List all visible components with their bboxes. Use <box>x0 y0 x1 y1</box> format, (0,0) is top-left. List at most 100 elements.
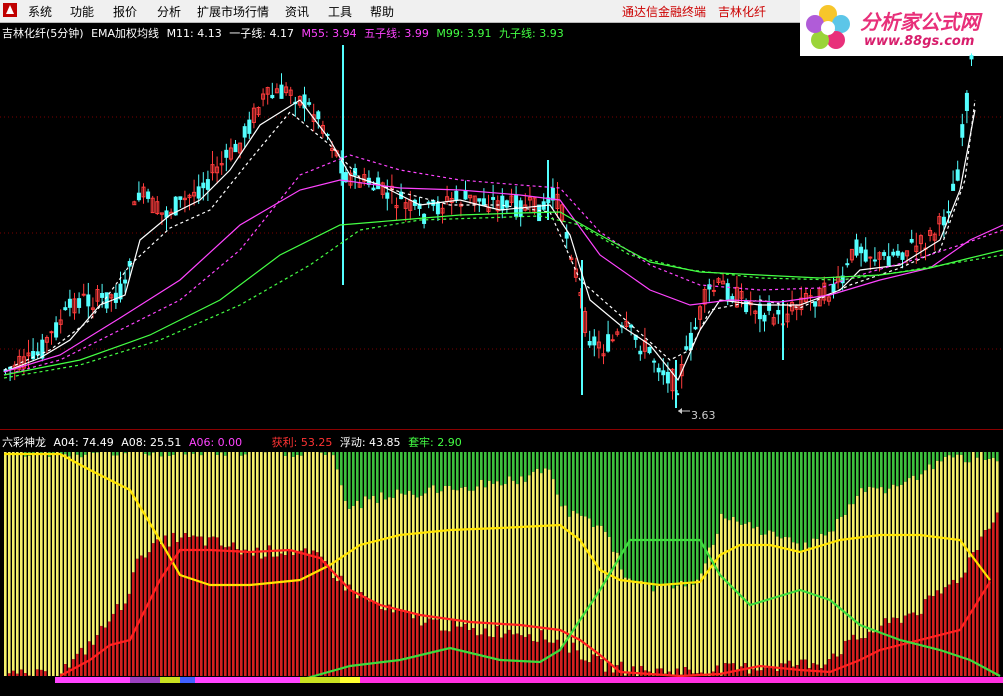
distribution-bar <box>472 452 475 676</box>
distribution-bar <box>972 452 975 676</box>
distribution-bar <box>452 452 455 676</box>
distribution-bar <box>416 452 419 676</box>
distribution-bar <box>856 452 859 676</box>
distribution-bar <box>488 452 491 676</box>
distribution-bar <box>160 452 163 676</box>
distribution-bar <box>840 452 843 676</box>
distribution-bar <box>400 452 403 676</box>
distribution-bar <box>16 452 19 676</box>
distribution-bar <box>228 452 231 676</box>
distribution-bar <box>876 452 879 676</box>
signal-segment <box>340 677 360 683</box>
distribution-bar <box>532 452 535 676</box>
distribution-bar <box>420 452 423 676</box>
distribution-bar <box>316 452 319 676</box>
signal-segment <box>160 677 180 683</box>
distribution-bar <box>892 452 895 676</box>
distribution-bar <box>576 452 579 676</box>
distribution-bar <box>84 452 87 676</box>
chip-distribution-chart[interactable] <box>0 0 1003 696</box>
distribution-bar <box>700 452 703 676</box>
distribution-bar <box>284 452 287 676</box>
distribution-bar <box>104 452 107 676</box>
distribution-bar <box>468 452 471 676</box>
distribution-bar <box>296 452 299 676</box>
distribution-bar <box>804 452 807 676</box>
distribution-bar <box>984 452 987 676</box>
distribution-bar <box>268 452 271 676</box>
distribution-bar <box>556 452 559 676</box>
distribution-bar <box>868 452 871 676</box>
distribution-bar <box>240 452 243 676</box>
distribution-bar <box>12 452 15 676</box>
distribution-bar <box>568 452 571 676</box>
distribution-bar <box>252 452 255 676</box>
distribution-bar <box>512 452 515 676</box>
distribution-bar <box>852 452 855 676</box>
distribution-bar <box>924 452 927 676</box>
distribution-bar <box>588 452 591 676</box>
distribution-bar <box>280 452 283 676</box>
distribution-bar <box>820 452 823 676</box>
distribution-bar <box>408 452 411 676</box>
distribution-bar <box>752 452 755 676</box>
distribution-bar <box>756 452 759 676</box>
distribution-bar <box>36 452 39 676</box>
distribution-bar <box>964 452 967 676</box>
distribution-bar <box>644 452 647 676</box>
distribution-bar <box>572 452 575 676</box>
distribution-bar <box>708 452 711 676</box>
distribution-bar <box>636 452 639 676</box>
distribution-bar <box>392 452 395 676</box>
distribution-bar <box>188 452 191 676</box>
distribution-bar <box>292 452 295 676</box>
distribution-bar <box>352 452 355 676</box>
distribution-bar <box>652 452 655 676</box>
distribution-bar <box>376 452 379 676</box>
distribution-bar <box>848 452 851 676</box>
distribution-bar <box>928 452 931 676</box>
distribution-bar <box>968 452 971 676</box>
distribution-bar <box>672 452 675 676</box>
distribution-bar <box>736 452 739 676</box>
distribution-bar <box>180 452 183 676</box>
signal-segment <box>195 677 300 683</box>
distribution-bar <box>244 452 247 676</box>
distribution-bar <box>428 452 431 676</box>
distribution-bar <box>948 452 951 676</box>
distribution-bar <box>792 452 795 676</box>
distribution-bar <box>48 452 51 676</box>
distribution-bar <box>824 452 827 676</box>
distribution-bar <box>40 452 43 676</box>
distribution-bar <box>940 452 943 676</box>
distribution-bar <box>300 452 303 676</box>
distribution-bar <box>52 452 55 676</box>
distribution-bar <box>140 452 143 676</box>
distribution-bar <box>936 452 939 676</box>
distribution-bar <box>220 452 223 676</box>
distribution-bar <box>508 452 511 676</box>
distribution-bar <box>308 452 311 676</box>
distribution-bar <box>88 452 91 676</box>
distribution-bar <box>528 452 531 676</box>
distribution-bar <box>32 452 35 676</box>
distribution-bar <box>204 452 207 676</box>
distribution-bar <box>192 452 195 676</box>
distribution-bar <box>448 452 451 676</box>
distribution-bar <box>176 452 179 676</box>
distribution-bar <box>864 452 867 676</box>
distribution-bar <box>828 452 831 676</box>
distribution-bar <box>340 452 343 676</box>
distribution-bar <box>212 452 215 676</box>
distribution-bar <box>536 452 539 676</box>
distribution-bar <box>916 452 919 676</box>
distribution-bar <box>692 452 695 676</box>
distribution-bar <box>60 452 63 676</box>
distribution-bar <box>336 452 339 676</box>
trading-terminal-window: 系统 功能 报价 分析 扩展市场行情 资讯 工具 帮助 通达信金融终端 吉林化纤… <box>0 0 1003 696</box>
distribution-bar <box>796 452 799 676</box>
distribution-bar <box>760 452 763 676</box>
distribution-bar <box>684 452 687 676</box>
distribution-bar <box>100 452 103 676</box>
distribution-bar <box>444 452 447 676</box>
